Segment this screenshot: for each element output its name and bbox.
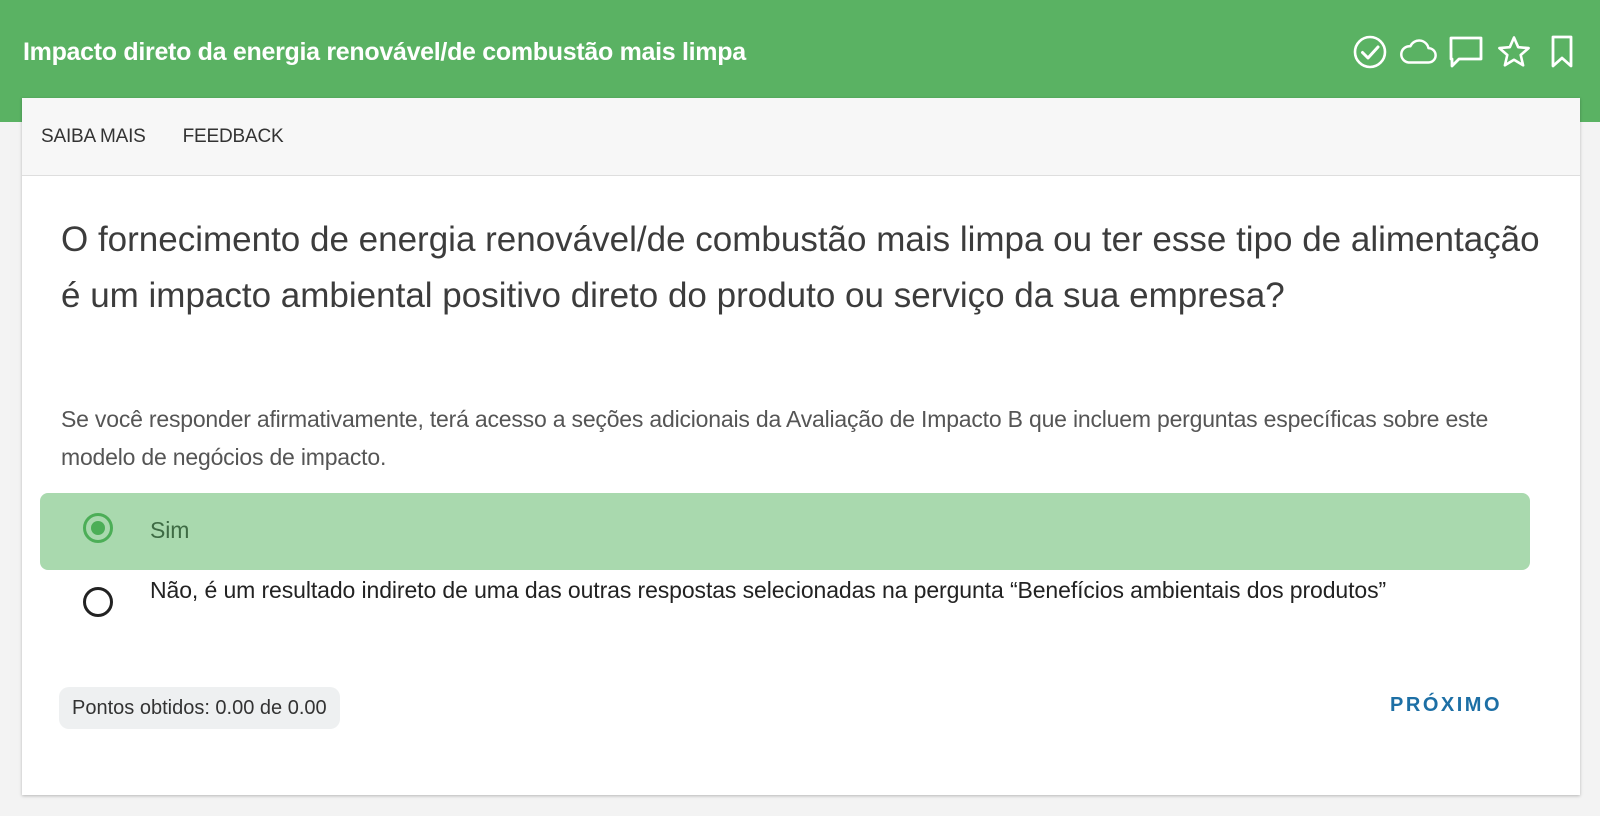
radio-unselected[interactable] [83, 587, 113, 617]
option-sim[interactable]: Sim [40, 493, 1530, 570]
comment-icon[interactable] [1446, 32, 1486, 72]
page-title: Impacto direto da energia renovável/de c… [23, 38, 746, 66]
radio-selected[interactable] [83, 513, 113, 543]
question-text: O fornecimento de energia renovável/de c… [61, 220, 1540, 315]
points-badge: Pontos obtidos: 0.00 de 0.00 [59, 687, 340, 729]
bookmark-icon[interactable] [1542, 32, 1582, 72]
tab-feedback[interactable]: FEEDBACK [183, 126, 284, 148]
tab-bar: SAIBA MAIS FEEDBACK [22, 98, 1580, 176]
question-description: Se você responder afirmativamente, terá … [61, 406, 1489, 470]
option-label: Não, é um resultado indireto de uma das … [150, 577, 1387, 603]
star-icon[interactable] [1494, 32, 1534, 72]
option-nao[interactable]: Não, é um resultado indireto de uma das … [40, 573, 1530, 648]
check-circle-icon[interactable] [1350, 32, 1390, 72]
cloud-icon[interactable] [1398, 32, 1438, 72]
tab-saiba-mais[interactable]: SAIBA MAIS [41, 126, 146, 148]
next-button[interactable]: PRÓXIMO [1390, 694, 1502, 717]
option-label: Sim [150, 517, 190, 543]
question-card: SAIBA MAIS FEEDBACK O fornecimento de en… [22, 98, 1580, 795]
header-actions [1350, 32, 1582, 72]
